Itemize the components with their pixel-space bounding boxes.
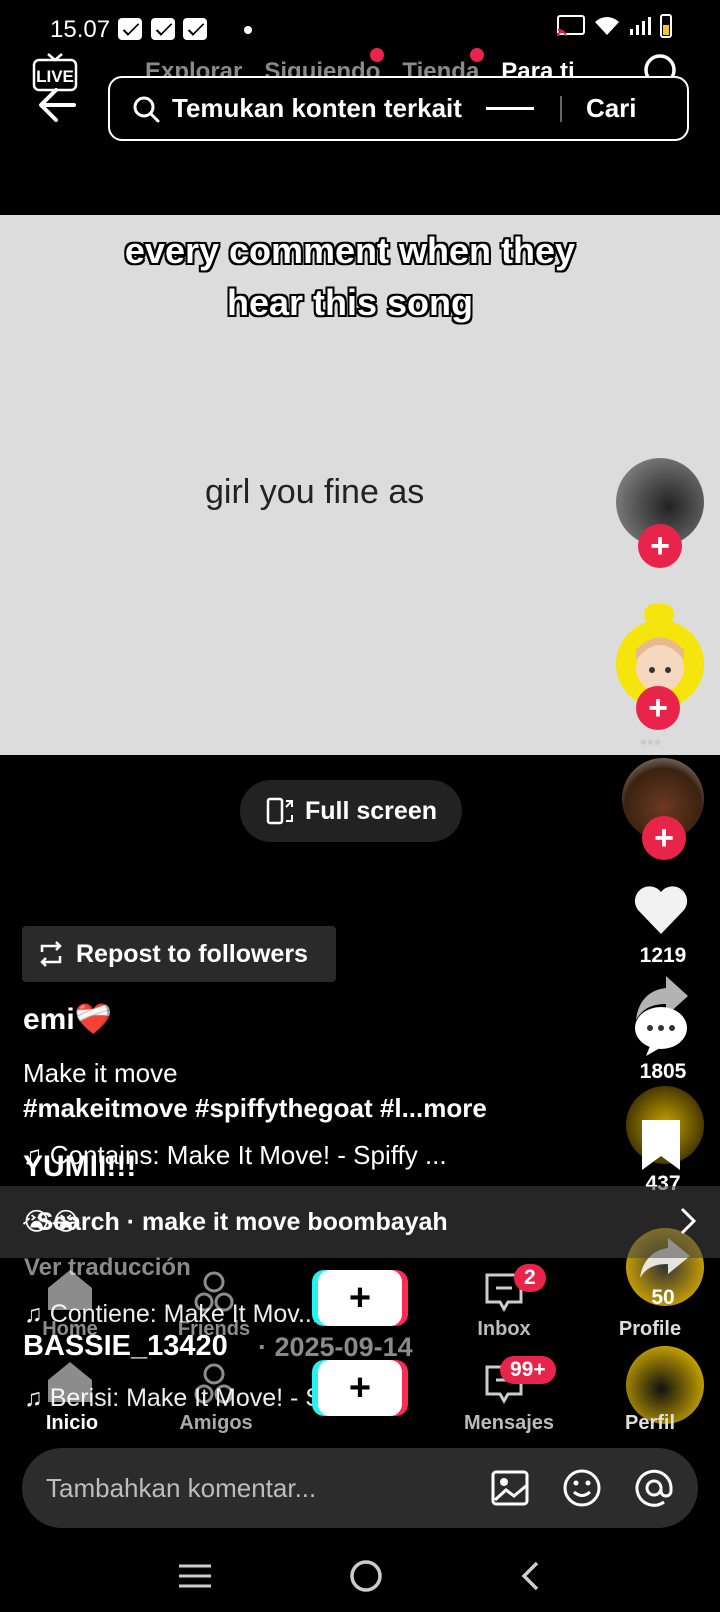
search-text: Temukan konten terkait [172,93,462,123]
friends-icon[interactable] [192,1362,236,1406]
fullscreen-icon [266,797,293,825]
likes-count: 1219 [639,944,687,967]
comment-input[interactable]: Tambahkan komentar... [22,1448,698,1528]
comment-date: · 2025-09-14 [258,1332,413,1362]
nav-perfil-label: Perfil [624,1412,676,1434]
home-button-icon[interactable] [348,1558,384,1594]
loading-indicator [485,107,534,110]
emoji-icon[interactable] [562,1468,602,1508]
back-arrow-icon[interactable] [36,84,78,126]
divider [559,95,562,122]
repost-label: Repost to followers [76,939,308,968]
search-icon [133,96,160,122]
back-button-icon[interactable] [519,1560,543,1592]
mail-notification-icon [118,18,142,40]
bow-decoration [644,604,674,624]
follow-button[interactable]: + [636,686,680,730]
home-icon[interactable] [44,1268,96,1312]
follow-button[interactable]: + [642,816,686,860]
recent-apps-icon[interactable] [177,1561,213,1591]
tab-notification-dot [370,48,384,62]
fullscreen-label: Full screen [305,796,437,825]
signal-icon [630,17,651,35]
nav-inbox-label: Inbox [477,1318,531,1340]
inbox-badge: 2 [514,1264,546,1292]
status-icons [556,14,672,38]
cast-icon [557,15,585,37]
repost-button[interactable]: Repost to followers [22,926,336,982]
chevron-right-icon [680,1207,697,1235]
post-username[interactable]: emi❤️‍🩹 [23,1002,112,1037]
mail-notification-icon [151,18,175,40]
nav-inicio-label: Inicio [45,1412,99,1434]
search-submit-button[interactable]: Cari [586,93,637,124]
shares-count: 50 [651,1286,675,1309]
fullscreen-button[interactable]: Full screen [240,780,462,842]
status-time: 15.07 [50,16,111,43]
video-player[interactable]: every comment when they hear this song g… [0,215,720,755]
search-suggestion-bar[interactable]: 😭😭 Search · make it move boombayah [0,1186,720,1258]
video-caption: every comment when they hear this song [124,230,576,323]
heart-icon[interactable] [632,884,690,936]
video-text: girl you fine as [205,473,425,511]
nav-home-label: Home [42,1318,98,1340]
post-hashtags[interactable]: #makeitmove #spiffythegoat #l...more [23,1093,487,1124]
system-navigation [0,1540,720,1612]
comment-placeholder: Tambahkan komentar... [46,1472,317,1503]
search-input[interactable]: Temukan konten terkait Cari [108,76,689,141]
create-button[interactable]: + [318,1270,402,1326]
search-suggestion-text: Search · make it move boombayah [36,1207,448,1236]
nav-amigos-label: Amigos [179,1412,253,1434]
follow-button[interactable]: + [638,524,682,568]
comment-icon[interactable] [632,1004,690,1058]
nav-mensajes-label: Mensajes [463,1412,555,1434]
wifi-icon [595,17,619,35]
nav-profile-label: Profile [618,1318,682,1340]
mail-notification-icon [183,18,207,40]
create-button[interactable]: + [318,1360,402,1416]
home-icon[interactable] [44,1360,96,1404]
messages-badge: 99+ [500,1356,556,1384]
comments-count: 1805 [639,1060,687,1083]
mention-icon[interactable] [634,1468,674,1508]
tab-notification-dot [470,48,484,62]
nav-friends-label: Friends [177,1318,251,1340]
comment-username: YUMII!!! [23,1150,137,1183]
bookmark-icon[interactable] [638,1118,684,1172]
image-icon[interactable] [490,1468,530,1508]
friends-icon[interactable] [192,1270,236,1314]
repost-icon [40,941,62,967]
post-description: Make it move [23,1058,178,1088]
more-dots-icon: ••• [640,732,662,754]
more-notifications-icon [244,26,252,34]
battery-icon [660,14,672,38]
